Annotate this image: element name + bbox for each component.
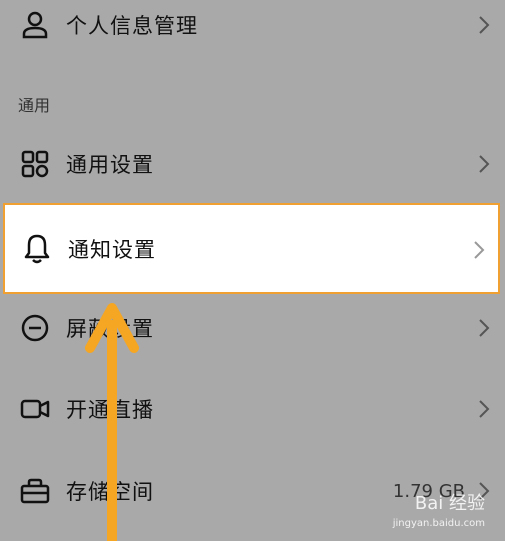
block-icon	[21, 314, 49, 342]
watermark-logo: Bai 经验 jingyan.baidu.com	[393, 495, 485, 533]
section-title-general: 通用	[18, 96, 51, 115]
annotation-arrow-icon	[85, 303, 139, 541]
chevron-right-icon	[479, 400, 490, 418]
storage-box-icon	[20, 478, 50, 504]
watermark-brand: Bai 经验	[414, 493, 485, 514]
row-block-settings[interactable]: 屏蔽设置	[0, 288, 505, 368]
grid-icon	[21, 150, 49, 178]
person-icon	[22, 11, 48, 39]
row-notification-settings[interactable]: 通知设置	[3, 203, 500, 294]
video-camera-icon	[20, 399, 50, 419]
row-general-settings[interactable]: 通用设置	[0, 124, 505, 204]
chevron-right-icon	[479, 319, 490, 337]
watermark-url: jingyan.baidu.com	[392, 518, 485, 529]
row-personal-info[interactable]: 个人信息管理	[0, 0, 505, 65]
row-label: 通知设置	[68, 238, 156, 262]
chevron-right-icon	[479, 16, 490, 34]
row-start-live[interactable]: 开通直播	[0, 369, 505, 449]
chevron-right-icon	[474, 241, 485, 259]
chevron-right-icon	[479, 155, 490, 173]
row-label: 个人信息管理	[66, 14, 198, 38]
bell-icon	[24, 234, 50, 264]
row-label: 通用设置	[66, 153, 154, 177]
